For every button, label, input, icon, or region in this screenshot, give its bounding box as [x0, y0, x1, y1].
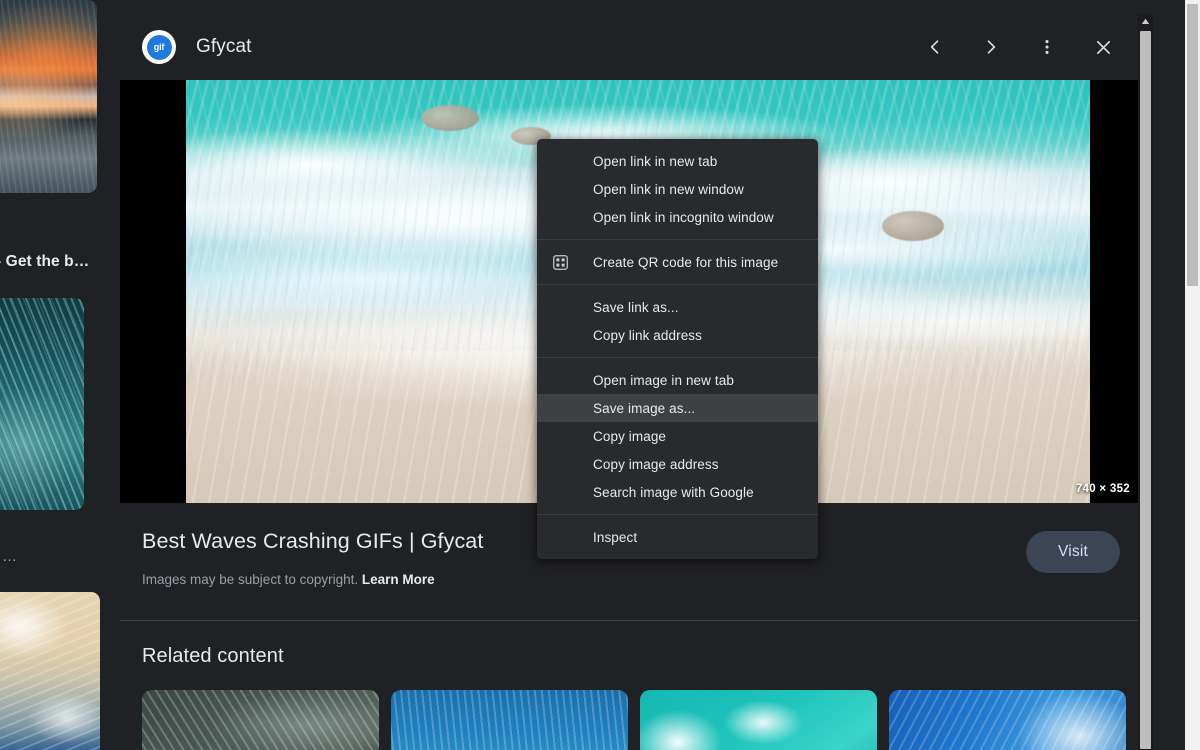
context-menu-item-label: Save link as... [593, 300, 679, 315]
chevron-left-icon [925, 37, 945, 57]
site-title: Gfycat [196, 36, 252, 58]
context-menu-item[interactable]: Inspect [537, 523, 818, 551]
sunset-barrel-wave-image [0, 0, 97, 193]
more-options-button[interactable] [1032, 32, 1062, 62]
context-menu-item[interactable]: Copy image address [537, 450, 818, 478]
context-menu-item-label: Copy link address [593, 328, 702, 343]
related-thumbnail-1[interactable] [142, 690, 379, 750]
panel-scrollbar[interactable] [1138, 14, 1153, 750]
background-result-caption: - Get the b… [0, 253, 89, 271]
related-thumbnail-4[interactable] [889, 690, 1126, 750]
related-content-heading: Related content [142, 645, 1116, 668]
teal-wave-image [0, 298, 84, 510]
background-result-ellipsis: … [2, 548, 18, 565]
context-menu-item-label: Open image in new tab [593, 373, 734, 388]
viewer-header-actions [920, 14, 1118, 80]
page-scrollbar[interactable] [1185, 0, 1200, 750]
context-menu-item[interactable]: Copy link address [537, 321, 818, 349]
copyright-text: Images may be subject to copyright. [142, 572, 358, 587]
context-menu-item-label: Inspect [593, 530, 637, 545]
screen: - Get the b… … gif Gfycat [0, 0, 1200, 750]
viewer-header: gif Gfycat [120, 14, 1138, 80]
context-menu-item[interactable]: Search image with Google [537, 478, 818, 506]
beach-rock-3 [882, 211, 944, 241]
context-menu-item[interactable]: Create QR code for this image [537, 248, 818, 276]
previous-image-button[interactable] [920, 32, 950, 62]
copyright-notice: Images may be subject to copyright. Lear… [142, 572, 1110, 587]
related-content-grid [142, 690, 1116, 750]
great-wave-image [0, 592, 100, 750]
gfycat-logo-text: gif [147, 35, 172, 60]
page-scrollbar-thumb[interactable] [1187, 4, 1198, 286]
context-menu-item[interactable]: Copy image [537, 422, 818, 450]
visit-button[interactable]: Visit [1026, 531, 1120, 573]
background-thumbnail-sunset-wave[interactable] [0, 0, 97, 193]
next-image-button[interactable] [976, 32, 1006, 62]
context-menu-item-label: Save image as... [593, 401, 695, 416]
qr-code-icon [549, 251, 571, 273]
gfycat-logo-icon: gif [142, 30, 176, 64]
context-menu-item-label: Open link in incognito window [593, 210, 774, 225]
context-menu-item-label: Open link in new window [593, 182, 744, 197]
related-thumbnail-3[interactable] [640, 690, 877, 750]
context-menu: Open link in new tab Open link in new win… [537, 139, 818, 559]
context-menu-item[interactable]: Save link as... [537, 293, 818, 321]
three-dots-vertical-icon [1037, 37, 1057, 57]
context-menu-item-label: Open link in new tab [593, 154, 717, 169]
related-thumbnail-2[interactable] [391, 690, 628, 750]
context-menu-separator [537, 514, 818, 515]
context-menu-item[interactable]: Open link in incognito window [537, 203, 818, 231]
background-search-results: - Get the b… … [0, 0, 120, 750]
panel-scrollbar-thumb[interactable] [1140, 31, 1151, 749]
context-menu-separator [537, 239, 818, 240]
background-thumbnail-great-wave[interactable] [0, 592, 100, 750]
context-menu-separator [537, 357, 818, 358]
context-menu-item-label: Copy image [593, 429, 666, 444]
context-menu-separator [537, 284, 818, 285]
context-menu-item-label: Create QR code for this image [593, 255, 778, 270]
context-menu-item[interactable]: Open image in new tab [537, 366, 818, 394]
scroll-up-arrow-icon[interactable] [1138, 14, 1153, 29]
context-menu-item-label: Search image with Google [593, 485, 754, 500]
close-button[interactable] [1088, 32, 1118, 62]
related-content-section: Related content [120, 621, 1138, 750]
close-icon [1093, 37, 1114, 58]
context-menu-item[interactable]: Open link in new tab [537, 147, 818, 175]
context-menu-item-label: Copy image address [593, 457, 719, 472]
context-menu-item[interactable]: Save image as... [537, 394, 818, 422]
context-menu-item[interactable]: Open link in new window [537, 175, 818, 203]
background-thumbnail-teal-wave[interactable] [0, 298, 84, 510]
image-dimensions-badge: 740 × 352 [1076, 483, 1130, 495]
learn-more-link[interactable]: Learn More [362, 572, 435, 587]
chevron-right-icon [981, 37, 1001, 57]
